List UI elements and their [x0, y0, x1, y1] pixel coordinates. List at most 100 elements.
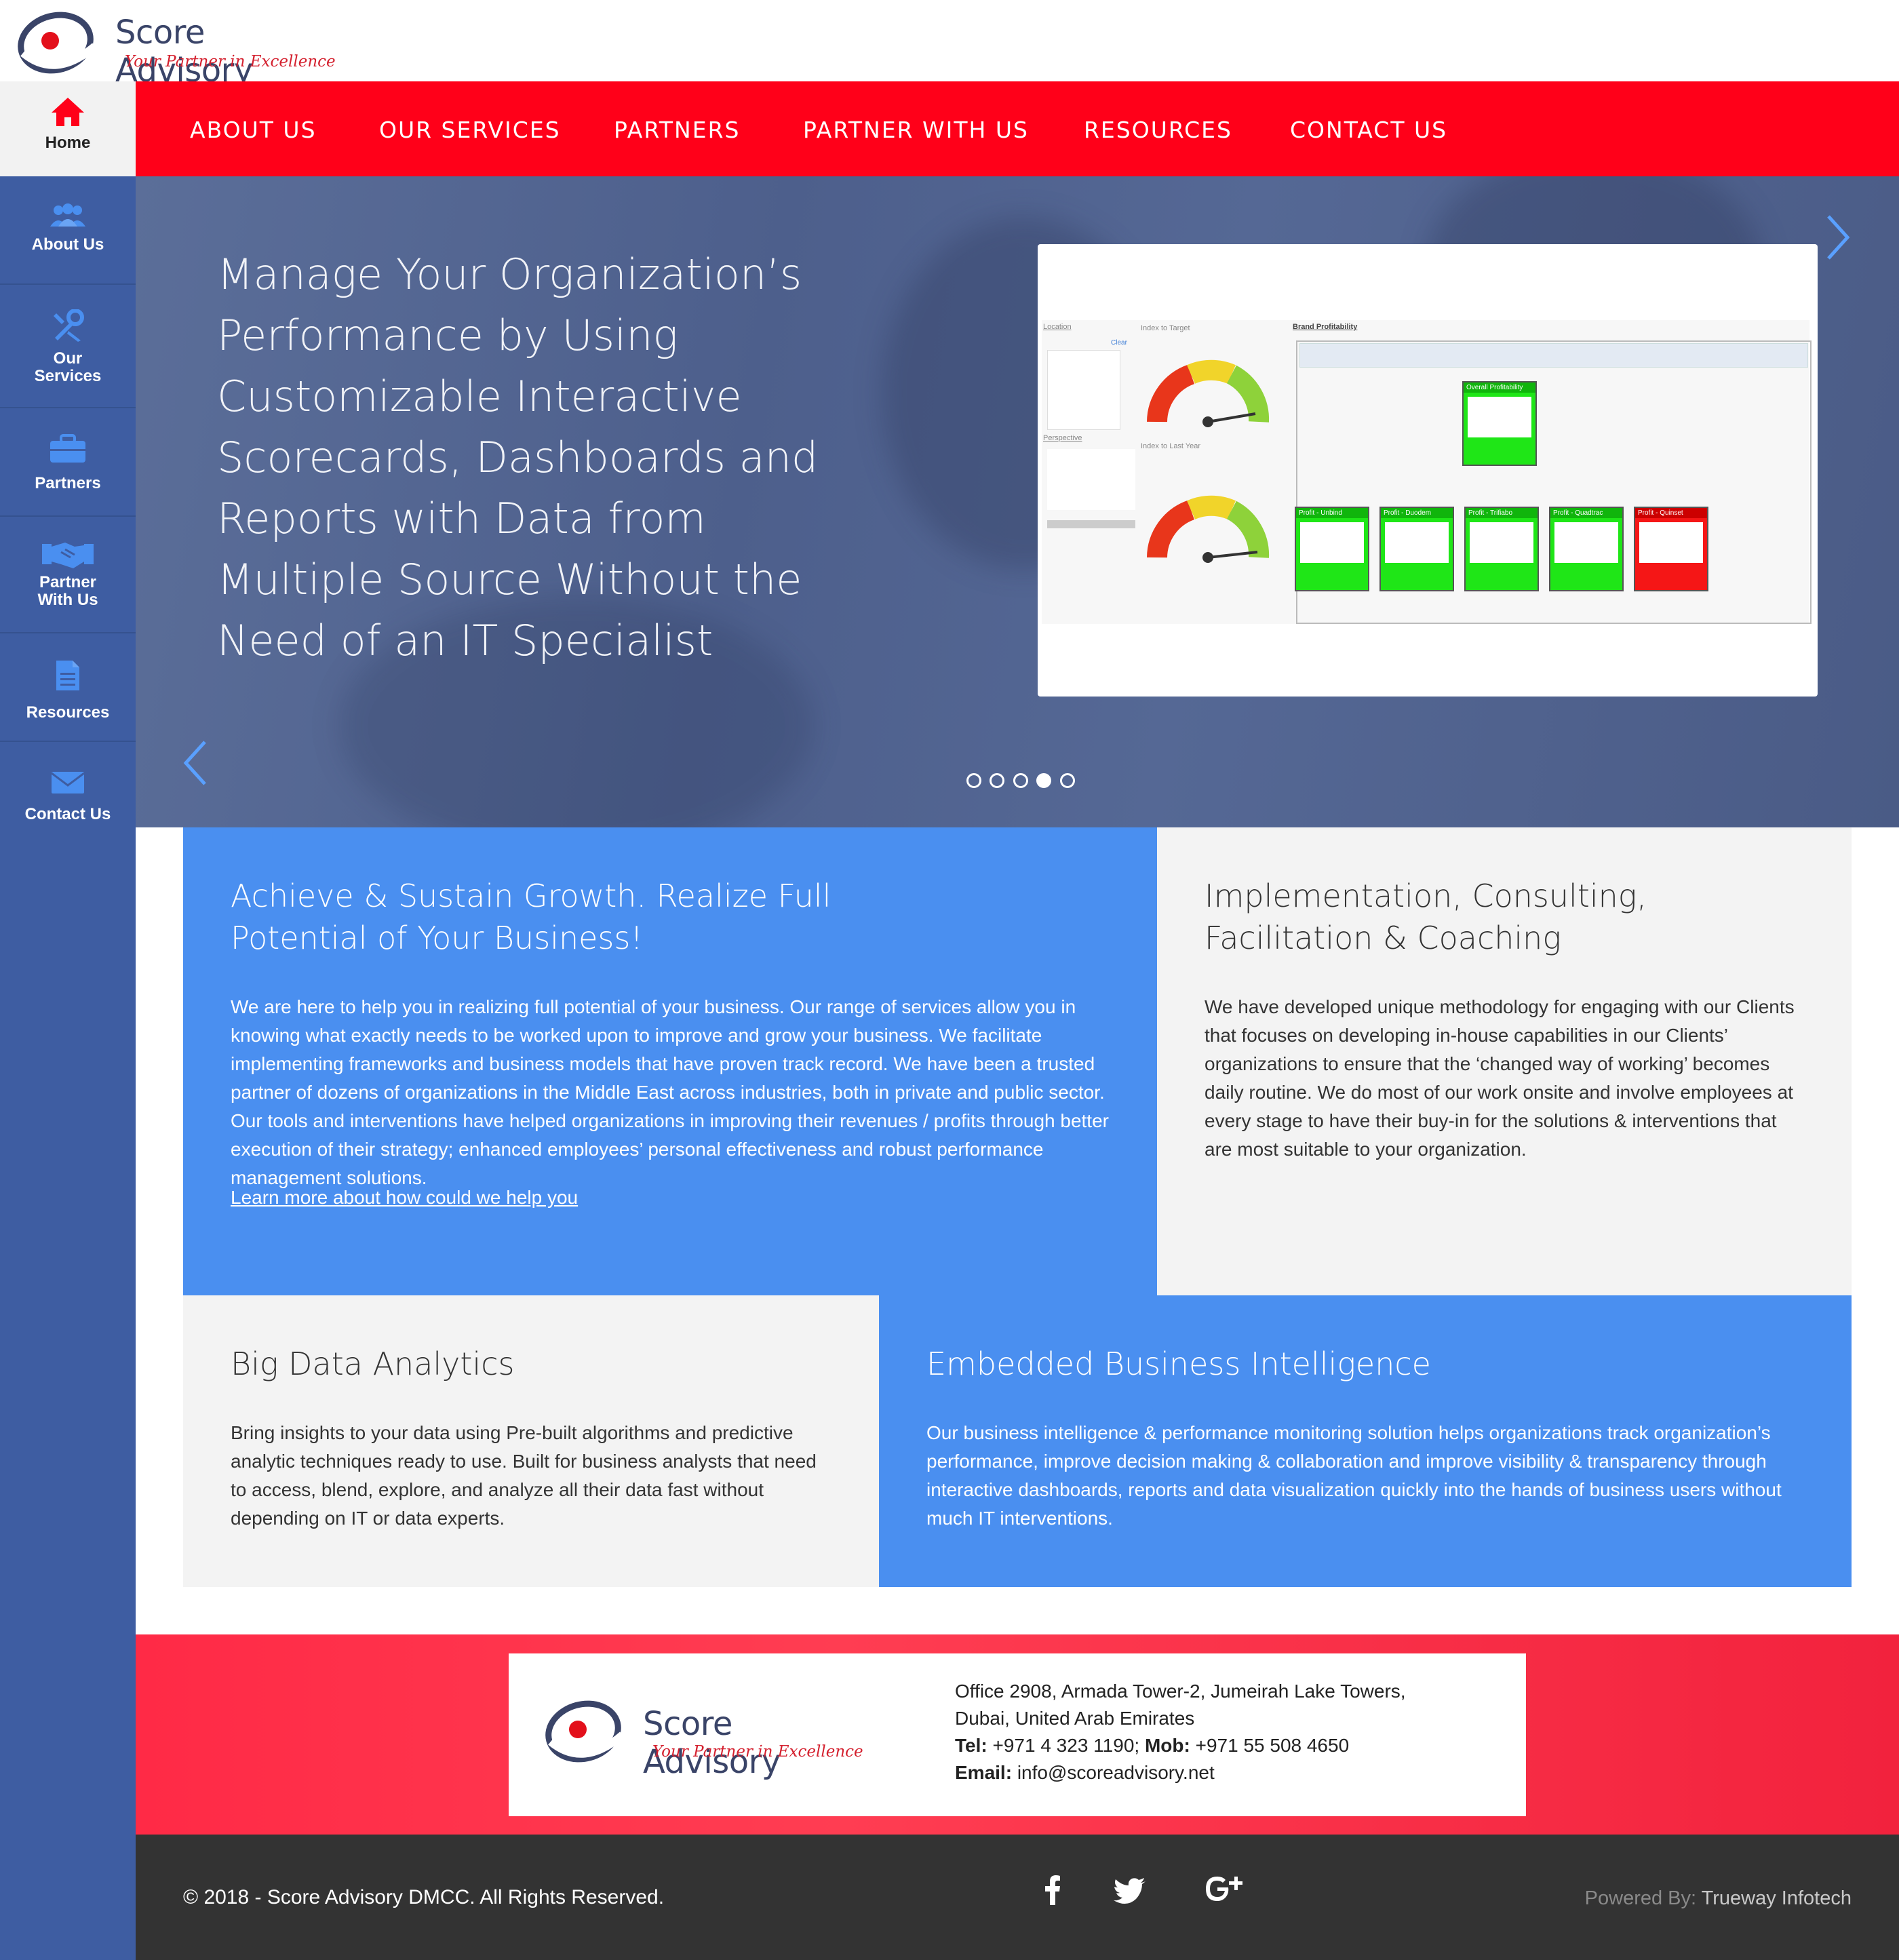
kpi-title: Profit - Trifiabo [1466, 508, 1538, 518]
sidebar-item-label: Contact Us [24, 805, 111, 823]
nav-contact-us[interactable]: CONTACT US [1290, 117, 1447, 143]
powered-by-link[interactable]: Trueway Infotech [1702, 1887, 1852, 1909]
footer-contact-card: Score Advisory Your Partner in Excellenc… [509, 1653, 1526, 1816]
mob-value[interactable]: +971 55 508 4650 [1196, 1735, 1350, 1756]
site-logo[interactable]: Score Advisory Your Partner in Excellenc… [15, 5, 340, 90]
footer-bottom-bar: © 2018 - Score Advisory DMCC. All Rights… [136, 1835, 1899, 1960]
hero-slider: Manage Your Organization’s Performance b… [136, 176, 1899, 827]
powered-by: Powered By: Trueway Infotech [1585, 1887, 1852, 1910]
kpi-card-quadtrac: Profit - Quadtrac [1549, 507, 1624, 591]
address-line-1: Office 2908, Armada Tower-2, Jumeirah La… [955, 1681, 1406, 1702]
footer-address: Office 2908, Armada Tower-2, Jumeirah La… [955, 1678, 1406, 1786]
envelope-icon [51, 772, 85, 793]
kpi-title: Overall Profitability [1464, 383, 1535, 393]
dashboard-location-label: Location [1043, 323, 1072, 331]
logo-mark-icon [545, 1700, 625, 1763]
twitter-icon[interactable] [1114, 1878, 1146, 1905]
growth-block: Achieve & Sustain Growth. Realize Full P… [183, 827, 1157, 1295]
sidebar-item-label: Partner With Us [37, 573, 98, 609]
kpi-values [1470, 522, 1533, 563]
implementation-title: Implementation, Consulting, Facilitation… [1205, 878, 1647, 956]
footer-logo[interactable]: Score Advisory Your Partner in Excellenc… [543, 1694, 868, 1781]
sidebar-item-label: About Us [31, 235, 104, 254]
footer-brand-tagline: Your Partner in Excellence [652, 1743, 863, 1761]
home-icon [52, 98, 84, 126]
dashboard-index-last-year-label: Index to Last Year [1141, 442, 1201, 450]
big-data-title: Big Data Analytics [231, 1346, 515, 1382]
slider-dot-1[interactable] [966, 773, 981, 788]
hero-dashboard-image: Location Clear Perspective Index to Targ… [1038, 244, 1818, 697]
nav-partners[interactable]: PARTNERS [614, 117, 740, 143]
slider-next-arrow-icon[interactable] [1824, 214, 1852, 261]
gauge-index-target [1147, 359, 1270, 427]
slider-dot-3[interactable] [1013, 773, 1028, 788]
users-icon [50, 203, 85, 227]
logo-mark-icon [18, 12, 98, 74]
brand-name: Score Advisory [115, 14, 253, 90]
gauge-index-last-year [1147, 495, 1270, 563]
main-nav: ABOUT US OUR SERVICES PARTNERS PARTNER W… [136, 81, 1899, 176]
kpi-values [1385, 522, 1449, 563]
nav-about-us[interactable]: ABOUT US [190, 117, 317, 143]
nav-resources[interactable]: RESOURCES [1084, 117, 1232, 143]
sidebar-item-label: Resources [26, 703, 110, 722]
sidebar-item-home[interactable]: Home [0, 81, 136, 176]
email-value[interactable]: info@scoreadvisory.net [1017, 1762, 1215, 1783]
kpi-title: Profit - Quinset [1635, 508, 1707, 518]
sidebar-item-partners[interactable]: Partners [0, 408, 136, 517]
kpi-title: Profit - Duodem [1381, 508, 1453, 518]
embedded-bi-title: Embedded Business Intelligence [926, 1346, 1431, 1382]
sidebar-item-about-us[interactable]: About Us [0, 176, 136, 285]
slider-prev-arrow-icon[interactable] [182, 739, 209, 787]
sidebar-item-resources[interactable]: Resources [0, 633, 136, 742]
hero-title: Manage Your Organization’s Performance b… [217, 250, 819, 665]
kpi-card-duodem: Profit - Duodem [1379, 507, 1454, 591]
kpi-title: Profit - Quadtrac [1550, 508, 1622, 518]
left-sidebar: Home About Us Our Services Partners Part… [0, 81, 136, 1960]
email-line: Email: info@scoreadvisory.net [955, 1759, 1406, 1786]
slider-pagination [966, 773, 1080, 791]
dashboard-brand-label: Brand Profitability [1293, 323, 1358, 331]
google-plus-icon[interactable] [1205, 1874, 1242, 1904]
dashboard-location-list [1047, 350, 1120, 430]
embedded-bi-body: Our business intelligence & performance … [926, 1422, 1782, 1529]
dashboard-perspective-label: Perspective [1043, 434, 1082, 442]
nav-partner-with-us[interactable]: PARTNER WITH US [803, 117, 1029, 143]
learn-more-link[interactable]: Learn more about how could we help you [231, 1187, 578, 1209]
address-line-2: Dubai, United Arab Emirates [955, 1708, 1195, 1729]
embedded-bi-block: Embedded Business Intelligence Our busin… [879, 1295, 1852, 1587]
slider-dot-5[interactable] [1059, 773, 1075, 788]
facebook-icon[interactable] [1044, 1875, 1061, 1905]
phone-line: Tel: +971 4 323 1190; Mob: +971 55 508 4… [955, 1732, 1406, 1759]
sidebar-item-partner-with-us[interactable]: Partner With Us [0, 517, 136, 633]
sidebar-item-our-services[interactable]: Our Services [0, 285, 136, 408]
mob-label: Mob: [1144, 1735, 1190, 1756]
dashboard-clear-link: Clear [1111, 339, 1127, 347]
tel-value[interactable]: +971 4 323 1190; [992, 1735, 1139, 1756]
copyright-text: © 2018 - Score Advisory DMCC. All Rights… [183, 1886, 665, 1908]
kpi-title: Profit - Unbind [1296, 508, 1368, 518]
dashboard-perspective-list [1047, 449, 1135, 510]
brand-tagline: Your Partner in Excellence [125, 53, 336, 71]
big-data-block: Big Data Analytics Bring insights to you… [183, 1295, 879, 1587]
kpi-card-trifiabo: Profit - Trifiabo [1464, 507, 1539, 591]
growth-body: We are here to help you in realizing ful… [231, 996, 1109, 1188]
handshake-icon [42, 543, 94, 568]
kpi-card-quinset: Profit - Quinset [1634, 507, 1708, 591]
slider-dot-4[interactable] [1036, 773, 1052, 788]
growth-title: Achieve & Sustain Growth. Realize Full P… [231, 878, 831, 956]
implementation-block: Implementation, Consulting, Facilitation… [1157, 827, 1852, 1295]
big-data-body: Bring insights to your data using Pre-bu… [231, 1422, 817, 1529]
kpi-values [1300, 522, 1364, 563]
slider-dot-2[interactable] [990, 773, 1005, 788]
kpi-card-overall: Overall Profitability [1462, 381, 1537, 466]
sidebar-item-contact-us[interactable]: Contact Us [0, 742, 136, 844]
nav-our-services[interactable]: OUR SERVICES [379, 117, 561, 143]
email-label: Email: [955, 1762, 1013, 1783]
kpi-card-unbind: Profit - Unbind [1295, 507, 1369, 591]
tools-icon [54, 309, 84, 342]
sidebar-item-label: Home [45, 134, 91, 152]
dashboard-scrollbar [1047, 520, 1135, 528]
tel-label: Tel: [955, 1735, 987, 1756]
implementation-body: We have developed unique methodology for… [1205, 996, 1795, 1160]
